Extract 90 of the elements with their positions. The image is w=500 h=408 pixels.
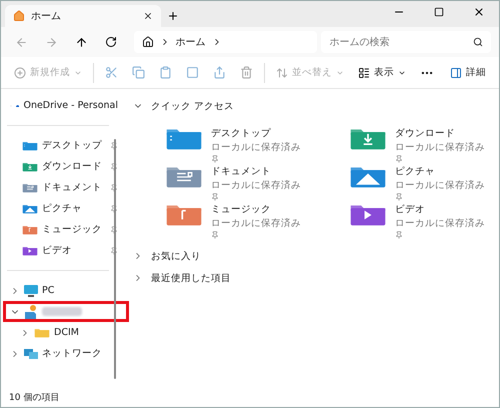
folder-status: ローカルに保存済み [395,217,485,230]
sidebar-label: OneDrive - Personal [23,100,118,111]
sidebar-label: デスクトップ [42,139,103,152]
sidebar-item[interactable]: DCIM [3,322,129,343]
pin-icon [110,142,118,150]
folder-name[interactable]: ミュージック [211,203,301,216]
arrow-right-icon [44,36,58,48]
download-folder-icon [22,160,38,172]
plus-icon [167,10,179,22]
section-title[interactable]: お気に入り [151,250,201,262]
sidebar-label: PC [42,285,56,296]
pin-icon [110,204,118,212]
sort-icon [276,66,288,78]
picture-folder-icon [349,165,387,189]
search-icon [473,37,484,47]
scissors-icon [105,66,118,79]
folder-name[interactable]: デスクトップ [211,127,301,140]
folder-status: ローカルに保存済み [395,141,485,154]
home-icon [13,10,25,22]
desktop-folder-icon [165,127,203,151]
pin-icon [110,184,118,192]
plus-circle-icon [14,66,26,78]
pin-icon [395,231,403,239]
desktop-folder-icon [22,140,38,152]
refresh-icon [104,36,117,48]
tab[interactable]: ホーム [5,5,161,27]
folder-name[interactable]: ピクチャ [395,165,485,178]
blurred-label [42,307,82,316]
search-field[interactable]: ホームの検索 [321,31,492,53]
section-title[interactable]: 最近使用した項目 [151,272,231,284]
share-icon [213,66,226,79]
sidebar-label: DCIM [54,327,80,338]
folder-status: ローカルに保存済み [211,141,301,154]
pin-icon [110,246,118,254]
pin-icon [211,155,219,163]
tab-label: ホーム [31,10,62,23]
address-bar[interactable]: ホーム [134,31,318,53]
view-button[interactable]: 表示 [353,60,411,84]
sidebar-label: ミュージック [42,223,103,236]
arrow-left-icon [15,36,28,48]
sidebar-label: ビデオ [42,244,73,257]
folder-icon [34,326,50,338]
sidebar-item[interactable]: ネットワーク [3,343,129,364]
close-tab-icon[interactable] [143,11,153,21]
sd-card-icon [24,304,38,318]
sidebar-item[interactable]: PC [3,280,129,301]
folder-status: ローカルに保存済み [395,179,485,192]
arrow-up-icon [74,36,88,48]
network-icon [24,348,38,360]
pin-icon [211,231,219,239]
breadcrumb[interactable]: ホーム [176,35,206,49]
pin-icon [395,155,403,163]
music-folder-icon [165,203,203,227]
layout-list-icon [358,66,370,78]
folder-status: ローカルに保存済み [211,179,301,192]
video-folder-icon [22,244,38,256]
rename-icon [186,66,199,79]
folder-name[interactable]: ダウンロード [395,127,485,140]
section-title[interactable]: クイック アクセス [151,100,234,112]
folder-name[interactable]: ドキュメント [211,165,301,178]
sidebar-label: ドキュメント [42,181,103,194]
clipboard-icon [159,66,172,79]
document-folder-icon [165,165,203,189]
close-icon [473,6,485,18]
highlighted-sidebar-item[interactable] [3,301,129,322]
download-folder-icon [349,127,387,151]
maximize-icon [434,7,444,17]
sidebar-item[interactable]: デスクトップ [3,135,129,156]
pin-icon [395,193,403,201]
trash-icon [240,66,253,79]
copy-icon [132,66,145,79]
sidebar-item[interactable]: OneDrive - Personal [3,95,129,116]
details-button[interactable]: 詳細 [445,60,491,84]
document-folder-icon [22,182,38,194]
panel-icon [450,66,462,78]
pin-icon [110,226,118,234]
folder-status: ローカルに保存済み [211,217,301,230]
picture-folder-icon [22,202,38,214]
status-text: 10 個の項目 [8,392,60,404]
scrollbar[interactable] [114,139,116,379]
video-folder-icon [349,203,387,227]
pin-icon [110,162,118,170]
monitor-icon [24,284,38,296]
pin-icon [211,193,219,201]
folder-name[interactable]: ビデオ [395,203,485,216]
music-folder-icon [22,224,38,236]
sidebar-label: ネットワーク [42,347,103,360]
sidebar-label: ピクチャ [42,202,83,215]
home-icon [142,36,154,48]
sidebar-label: ダウンロード [42,160,103,173]
